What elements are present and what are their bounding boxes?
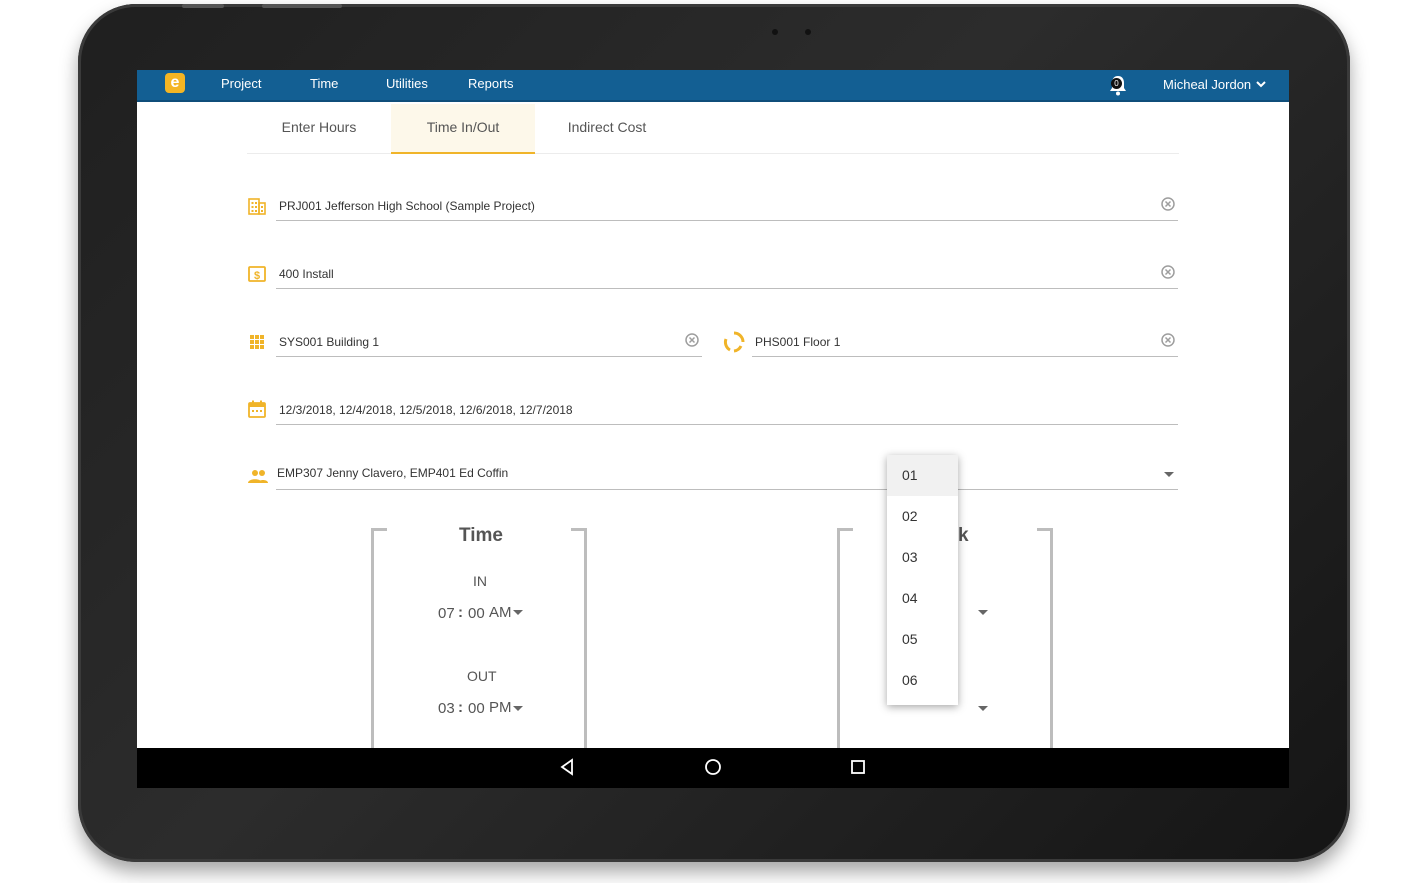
svg-text:$: $ [254, 270, 260, 282]
phase-field[interactable]: PHS001 Floor 1 [752, 328, 1178, 357]
people-icon [248, 470, 268, 483]
cost-code-value: 400 Install [279, 267, 334, 281]
hour-option[interactable]: 01 [887, 455, 958, 496]
break-end-dropdown-icon[interactable] [978, 706, 988, 711]
back-icon[interactable] [559, 758, 575, 776]
hour-option[interactable]: 04 [887, 578, 958, 619]
dollar-icon: $ [248, 266, 266, 282]
home-icon[interactable] [704, 758, 722, 776]
power-button [262, 4, 342, 8]
hour-dropdown-menu: 01 02 03 04 05 06 [887, 455, 958, 705]
hour-option[interactable]: 02 [887, 496, 958, 537]
hour-option[interactable]: 03 [887, 537, 958, 578]
tab-bar: Enter Hours Time In/Out Indirect Cost [247, 104, 1179, 154]
in-hour[interactable]: 07 [438, 605, 455, 622]
out-ampm-dropdown-icon[interactable] [513, 706, 523, 711]
grid-icon [250, 335, 264, 349]
out-separator: : [458, 699, 463, 716]
chevron-down-icon[interactable] [1255, 78, 1267, 90]
recents-icon[interactable] [850, 759, 866, 775]
project-field[interactable]: PRJ001 Jefferson High School (Sample Pro… [276, 192, 1178, 221]
system-field[interactable]: SYS001 Building 1 [276, 328, 702, 357]
nav-reports[interactable]: Reports [468, 76, 514, 91]
app-bar: e Project Time Utilities Reports 0 Miche… [137, 70, 1289, 102]
dates-field[interactable]: 12/3/2018, 12/4/2018, 12/5/2018, 12/6/20… [276, 396, 1178, 425]
phase-value: PHS001 Floor 1 [755, 335, 841, 349]
in-ampm-dropdown-icon[interactable] [513, 610, 523, 615]
tab-indirect-cost[interactable]: Indirect Cost [535, 104, 679, 152]
nav-time[interactable]: Time [310, 76, 338, 91]
in-ampm[interactable]: AM [489, 604, 512, 621]
system-value: SYS001 Building 1 [279, 335, 380, 349]
tab-enter-hours[interactable]: Enter Hours [247, 104, 391, 152]
dates-value: 12/3/2018, 12/4/2018, 12/5/2018, 12/6/20… [279, 403, 573, 417]
in-label: IN [473, 573, 487, 589]
in-minute[interactable]: 00 [468, 605, 485, 622]
break-start-dropdown-icon[interactable] [978, 610, 988, 615]
cost-code-field[interactable]: 400 Install [276, 260, 1178, 289]
hour-option[interactable]: 06 [887, 660, 958, 701]
in-separator: : [458, 604, 463, 621]
camera-sensor [772, 29, 778, 35]
calendar-icon [248, 400, 266, 418]
volume-button [182, 4, 224, 8]
time-panel-title: Time [459, 525, 504, 546]
employees-field[interactable]: EMP307 Jenny Clavero, EMP401 Ed Coffin [276, 461, 1178, 490]
tab-time-in-out[interactable]: Time In/Out [391, 104, 535, 154]
clear-icon[interactable] [1161, 333, 1175, 347]
phase-icon [723, 331, 745, 353]
dropdown-arrow-icon[interactable] [1164, 472, 1174, 477]
out-hour[interactable]: 03 [438, 700, 455, 717]
employees-value: EMP307 Jenny Clavero, EMP401 Ed Coffin [277, 466, 509, 480]
system-nav-bar [137, 748, 1289, 788]
out-ampm[interactable]: PM [489, 699, 512, 716]
nav-utilities[interactable]: Utilities [386, 76, 428, 91]
out-label: OUT [467, 668, 497, 684]
out-minute[interactable]: 00 [468, 700, 485, 717]
camera-lens [805, 29, 811, 35]
hour-option[interactable]: 05 [887, 619, 958, 660]
app-screen: e Project Time Utilities Reports 0 Miche… [137, 70, 1289, 788]
notification-badge: 0 [1111, 78, 1122, 89]
clear-icon[interactable] [1161, 197, 1175, 211]
clear-icon[interactable] [685, 333, 699, 347]
user-name[interactable]: Micheal Jordon [1163, 77, 1251, 92]
clear-icon[interactable] [1161, 265, 1175, 279]
app-logo[interactable]: e [165, 73, 185, 93]
nav-project[interactable]: Project [221, 76, 261, 91]
break-panel-title: k [958, 525, 969, 546]
project-value: PRJ001 Jefferson High School (Sample Pro… [279, 199, 535, 213]
building-icon [248, 198, 266, 215]
